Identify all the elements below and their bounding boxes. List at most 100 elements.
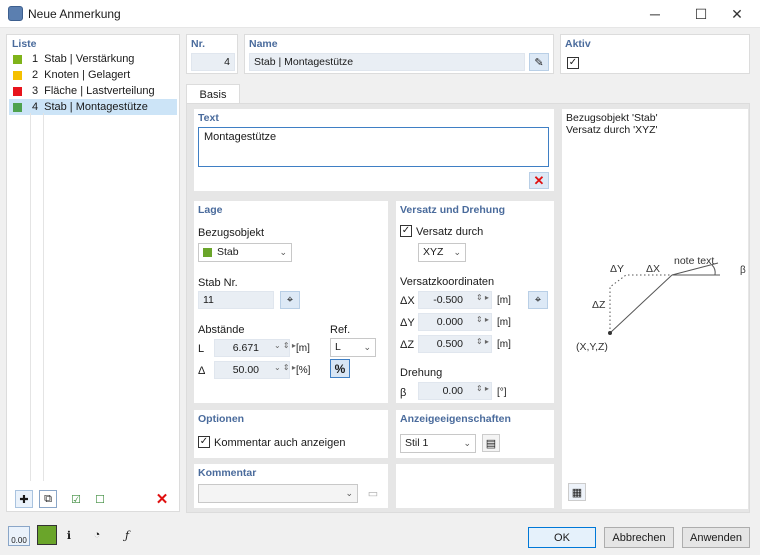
xyz-select[interactable]: XYZ ⌄ — [418, 243, 466, 262]
tree-guide — [30, 113, 31, 481]
tab-basis[interactable]: Basis — [186, 84, 240, 104]
dx-spinner[interactable]: ⇕ ▸ — [476, 293, 489, 302]
anzeige-panel: Anzeigeeigenschaften Stil 1 ⌄ ▤ — [396, 410, 554, 458]
clear-text-button[interactable]: ✕ — [529, 172, 549, 189]
delta-unit: [%] — [296, 365, 311, 376]
optionen-panel: Optionen ✓ Kommentar auch anzeigen — [194, 410, 388, 458]
versatz-header: Versatz und Drehung — [400, 204, 506, 216]
dx-diagram-label: ΔX — [646, 263, 661, 275]
check-all-icon[interactable]: ☑ — [67, 490, 85, 508]
ref-label: Ref. — [330, 324, 351, 336]
app-icon — [8, 6, 23, 21]
ok-button[interactable]: OK — [528, 527, 596, 548]
delete-icon[interactable]: ✕ — [153, 490, 171, 508]
stab-nr-field[interactable]: 11 — [198, 291, 274, 309]
units-value: 0.00 — [11, 536, 27, 545]
new-annotation-icon[interactable]: ✚ — [15, 490, 33, 508]
copy-icon[interactable]: ⧉ — [39, 490, 57, 508]
dz-diagram-label: ΔZ — [592, 299, 606, 311]
title-bar: Neue Anmerkung ─ ☐ ✕ — [0, 0, 760, 28]
beta-label: β — [400, 387, 407, 399]
dy-label: ΔY — [400, 317, 415, 329]
minimize-button[interactable]: ─ — [632, 0, 678, 28]
empty-panel — [396, 464, 554, 508]
origin-point — [608, 331, 612, 335]
delta-label: Δ — [198, 365, 206, 377]
dz-spinner[interactable]: ⇕ ▸ — [476, 337, 489, 346]
delta-value: 50.00 — [232, 364, 259, 376]
versatzkoordinaten-label: Versatzkoordinaten — [400, 276, 495, 288]
kommentar-edit-icon[interactable]: ▭ — [364, 484, 382, 502]
item-label: Fläche | Lastverteilung — [44, 85, 155, 97]
color-swatch — [13, 70, 22, 80]
nr-header: Nr. — [191, 38, 206, 50]
dx-label: ΔX — [400, 295, 415, 307]
formula-icon[interactable]: ƒ — [118, 526, 136, 544]
edit-style-icon[interactable]: ▤ — [482, 434, 500, 452]
item-label: Stab | Verstärkung — [44, 53, 135, 65]
ref-select[interactable]: L ⌄ — [330, 338, 376, 357]
pick-stab-button[interactable]: ⌖ — [280, 291, 300, 309]
item-label: Knoten | Gelagert — [44, 69, 131, 81]
l-value: 6.671 — [232, 342, 259, 354]
uncheck-all-icon[interactable]: ☐ — [91, 490, 109, 508]
color-swatch — [13, 86, 22, 96]
kommentar-anzeigen-checkbox[interactable]: ✓ — [198, 436, 210, 448]
beta-spinner[interactable]: ⇕ ▸ — [476, 384, 489, 393]
dz-label: ΔZ — [400, 339, 415, 351]
stil-select[interactable]: Stil 1 ⌄ — [400, 434, 476, 453]
list-item[interactable]: 3 Fläche | Lastverteilung — [9, 83, 177, 99]
text-panel: Text Montagestütze ✕ — [194, 109, 554, 191]
ref-value: L — [335, 341, 341, 353]
color-swatch — [13, 102, 22, 112]
drehung-label: Drehung — [400, 367, 443, 379]
preview-panel: Bezugsobjekt 'Stab' Versatz durch 'XYZ' … — [562, 109, 748, 509]
preview-line1: Bezugsobjekt 'Stab' — [566, 112, 658, 124]
stil-value: Stil 1 — [405, 437, 429, 449]
color-button[interactable] — [37, 525, 57, 545]
list-item-selected[interactable]: 4 Stab | Montagestütze — [9, 99, 177, 115]
kommentar-panel: Kommentar ⌄ ▭ — [194, 464, 388, 508]
lage-header: Lage — [198, 204, 223, 216]
window-title: Neue Anmerkung — [28, 7, 121, 21]
list-items: 1 Stab | Verstärkung 2 Knoten | Gelagert… — [9, 51, 177, 115]
apply-button[interactable]: Anwenden — [682, 527, 750, 548]
color-swatch — [13, 54, 22, 64]
info-icon[interactable]: ℹ — [60, 526, 78, 544]
preview-line2: Versatz durch 'XYZ' — [566, 124, 658, 136]
dy-value: 0.000 — [436, 316, 463, 328]
text-header: Text — [198, 112, 219, 124]
versatz-panel: Versatz und Drehung ✓ Versatz durch XYZ … — [396, 201, 554, 403]
name-panel: Name Stab | Montagestütze ✎ — [244, 34, 554, 74]
close-button[interactable]: ✕ — [714, 0, 760, 28]
text-field[interactable]: Montagestütze — [198, 127, 549, 167]
l-label: L — [198, 343, 205, 355]
preview-settings-icon[interactable]: ▦ — [568, 483, 586, 501]
bezugsobjekt-select[interactable]: Stab ⌄ — [198, 243, 292, 262]
cancel-button[interactable]: Abbrechen — [604, 527, 674, 548]
aktiv-panel: Aktiv ✓ — [560, 34, 750, 74]
edit-name-button[interactable]: ✎ — [529, 53, 549, 71]
chevron-down-icon: ⌄ — [345, 488, 353, 498]
name-field[interactable]: Stab | Montagestütze — [249, 53, 525, 71]
chevron-down-icon: ⌄ — [463, 438, 471, 448]
list-header: Liste — [12, 38, 37, 50]
delta-spinner[interactable]: ⌄ ⇕ ▸ — [274, 363, 296, 372]
dy-unit: [m] — [497, 317, 511, 328]
units-button[interactable]: 0.00 — [8, 526, 30, 546]
origin-label: (X,Y,Z) — [576, 341, 608, 353]
pick-offset-button[interactable]: ⌖ — [528, 291, 548, 309]
aktiv-checkbox[interactable]: ✓ — [567, 57, 579, 69]
dy-spinner[interactable]: ⇕ ▸ — [476, 315, 489, 324]
list-panel: Liste 1 Stab | Verstärkung 2 Knoten | Ge… — [6, 34, 180, 512]
percent-toggle[interactable]: % — [330, 359, 350, 378]
kommentar-select[interactable]: ⌄ — [198, 484, 358, 503]
anzeige-header: Anzeigeeigenschaften — [400, 413, 511, 425]
list-item[interactable]: 1 Stab | Verstärkung — [9, 51, 177, 67]
kommentar-header: Kommentar — [198, 467, 257, 479]
bezugsobjekt-value: Stab — [217, 246, 239, 258]
l-spinner[interactable]: ⌄ ⇕ ▸ — [274, 341, 296, 350]
list-item[interactable]: 2 Knoten | Gelagert — [9, 67, 177, 83]
versatz-checkbox[interactable]: ✓ — [400, 225, 412, 237]
view-icon[interactable]: ◔ — [88, 526, 106, 544]
